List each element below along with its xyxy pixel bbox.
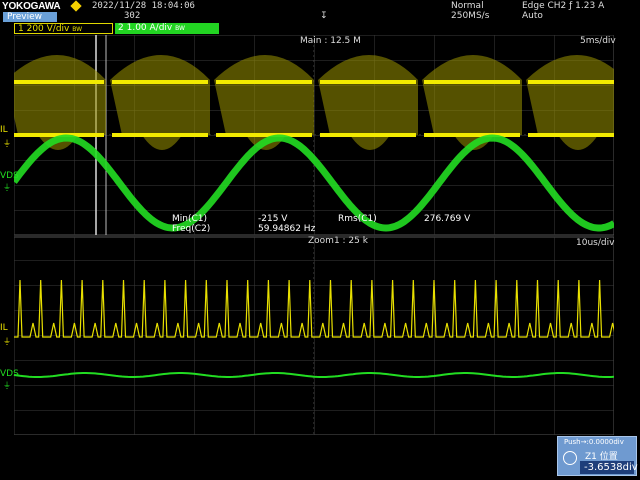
- acquisition-mode[interactable]: Normal: [451, 1, 484, 11]
- main-window-title: Main : 12.5 M: [300, 36, 361, 46]
- trace-label-il-zoom: IL: [0, 323, 8, 333]
- push-hint: Push→:0.0000div: [564, 438, 624, 446]
- measurement-value: 276.769 V: [424, 214, 471, 224]
- channel1-bw-badge: BW: [72, 26, 83, 33]
- main-timebase: 5ms/div: [580, 36, 616, 46]
- measurement-value: 59.94862 Hz: [258, 224, 316, 234]
- trace-label-vds-zoom: VDS: [0, 369, 19, 379]
- channel1-index: 1: [18, 24, 24, 34]
- channel2-index: 2: [118, 23, 124, 33]
- channel2-setting[interactable]: 2 1.00 A/div BW: [115, 23, 219, 34]
- sample-rate: 250MS/s: [451, 11, 490, 21]
- preview-badge[interactable]: Preview: [3, 12, 57, 22]
- measurement-name: Freq(C2): [172, 224, 211, 234]
- trace-label-vds-main: VDS: [0, 171, 19, 181]
- trigger-mode[interactable]: Auto: [522, 11, 543, 21]
- channel1-scale: 200 V/div: [26, 24, 70, 34]
- zoom-timebase: 10us/div: [576, 238, 615, 248]
- zoom-position-control[interactable]: Push→:0.0000div Z1 位置 -3.6538div: [557, 436, 638, 476]
- top-status-bar: YOKOGAWA Preview 2022/11/28 18:04:06 302…: [0, 0, 640, 22]
- knob-icon: [563, 451, 577, 465]
- ground-marker-icon: ⏚: [3, 337, 11, 346]
- ground-marker-icon: ⏚: [3, 139, 11, 148]
- channel1-setting[interactable]: 1 200 V/div BW: [14, 23, 113, 34]
- waveform-display[interactable]: Main : 12.5 M 5ms/div Min(C1) -215 V Fre…: [6, 34, 640, 439]
- ground-marker-icon: ⏚: [3, 381, 11, 390]
- measurement-name: Rms(C1): [338, 214, 377, 224]
- ground-marker-icon: ⏚: [3, 183, 11, 192]
- waveform-canvas: [6, 34, 640, 436]
- datetime-display: 2022/11/28 18:04:06: [92, 1, 195, 11]
- trigger-position-icon: ↧: [320, 11, 328, 21]
- zoom-position-value[interactable]: -3.6538div: [580, 461, 638, 474]
- channel2-scale: 1.00 A/div: [126, 23, 173, 33]
- measurement-name: Min(C1): [172, 214, 208, 224]
- measurement-value: -215 V: [258, 214, 288, 224]
- trigger-settings[interactable]: Edge CH2 ƒ 1.23 A: [522, 1, 604, 11]
- acquisition-count: 302: [124, 11, 141, 21]
- trace-label-il-main: IL: [0, 125, 8, 135]
- channel2-bw-badge: BW: [175, 25, 185, 32]
- brand-diamond-icon: [70, 0, 82, 12]
- brand-logo: YOKOGAWA: [2, 1, 61, 12]
- zoom-window-title: Zoom1 : 25 k: [308, 236, 368, 246]
